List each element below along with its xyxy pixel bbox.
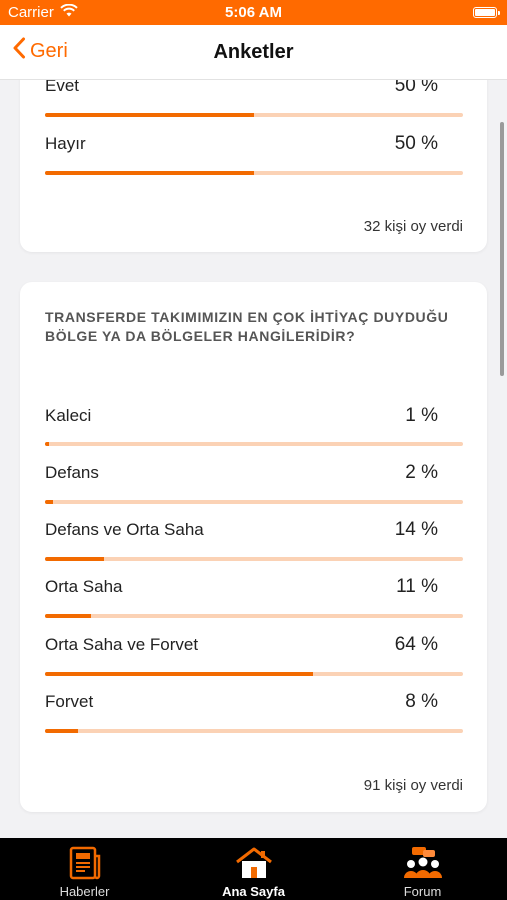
- news-icon: [69, 846, 101, 880]
- status-left: Carrier: [8, 3, 78, 21]
- poll-option-percent: 64 %: [394, 634, 438, 655]
- carrier-label: Carrier: [8, 4, 54, 21]
- poll-option-percent: 11 %: [396, 576, 438, 597]
- home-icon: [234, 846, 274, 880]
- tab-label: Haberler: [59, 884, 110, 899]
- poll-option-percent: 50 %: [394, 80, 438, 96]
- polls-list[interactable]: Evet 50 % Hayır 50 % 32 kişi oy verdi TR…: [0, 80, 507, 838]
- poll-option-bar: [45, 729, 463, 733]
- poll-votes-count: 32 kişi oy verdi: [363, 218, 463, 235]
- navigation-bar: Geri Anketler: [0, 25, 507, 80]
- poll-option-bar: [45, 500, 463, 504]
- chevron-left-icon: [12, 37, 26, 65]
- poll-option-bar: [45, 672, 463, 676]
- tab-haberler[interactable]: Haberler: [0, 838, 169, 900]
- poll-card: Evet 50 % Hayır 50 % 32 kişi oy verdi: [20, 80, 487, 252]
- poll-option-percent: 50 %: [394, 133, 438, 154]
- tab-bar: Haberler Ana Sayfa Forum: [0, 838, 507, 900]
- poll-option-bar: [45, 614, 463, 618]
- poll-option-bar: [45, 557, 463, 561]
- poll-option-bar-fill: [45, 557, 104, 561]
- tab-forum[interactable]: Forum: [338, 838, 507, 900]
- poll-option-bar-fill: [45, 672, 313, 676]
- page-title: Anketler: [213, 40, 294, 63]
- poll-option-percent: 8 %: [405, 691, 438, 712]
- tab-label: Ana Sayfa: [222, 884, 285, 899]
- poll-option-label: Evet: [45, 80, 80, 95]
- back-button[interactable]: Geri: [12, 37, 68, 65]
- tab-label: Forum: [403, 884, 442, 899]
- poll-card: TRANSFERDE TAKIMIMIZIN EN ÇOK İHTİYAÇ DU…: [20, 282, 487, 812]
- poll-option-bar-fill: [45, 171, 254, 175]
- tab-ana-sayfa[interactable]: Ana Sayfa: [169, 838, 338, 900]
- poll-option-bar-fill: [45, 113, 254, 117]
- back-label: Geri: [30, 39, 68, 62]
- poll-question: TRANSFERDE TAKIMIMIZIN EN ÇOK İHTİYAÇ DU…: [45, 309, 449, 344]
- poll-option-label: Hayır: [45, 134, 86, 153]
- poll-option-label: Forvet: [45, 692, 94, 711]
- scroll-indicator[interactable]: [500, 122, 504, 376]
- wifi-icon: [60, 3, 78, 21]
- poll-option-label: Kaleci: [45, 406, 92, 425]
- poll-option-bar-fill: [45, 614, 91, 618]
- poll-votes-count: 91 kişi oy verdi: [363, 777, 463, 794]
- poll-option-bar-fill: [45, 729, 79, 733]
- poll-option-bar-fill: [45, 442, 50, 446]
- forum-icon: [403, 846, 443, 880]
- poll-option-percent: 2 %: [405, 462, 438, 483]
- poll-option-label: Orta Saha: [45, 577, 123, 596]
- poll-option-label: Orta Saha ve Forvet: [45, 635, 199, 654]
- poll-option-label: Defans: [45, 463, 99, 482]
- battery-icon: [473, 7, 500, 18]
- poll-option-bar: [45, 442, 463, 446]
- poll-option-percent: 14 %: [394, 519, 438, 540]
- status-bar: Carrier 5:06 AM: [0, 0, 507, 25]
- poll-option-percent: 1 %: [405, 405, 438, 426]
- poll-option-bar-fill: [45, 500, 54, 504]
- poll-option-label: Defans ve Orta Saha: [45, 520, 204, 539]
- poll-option-bar: [45, 171, 463, 175]
- poll-option-bar: [45, 113, 463, 117]
